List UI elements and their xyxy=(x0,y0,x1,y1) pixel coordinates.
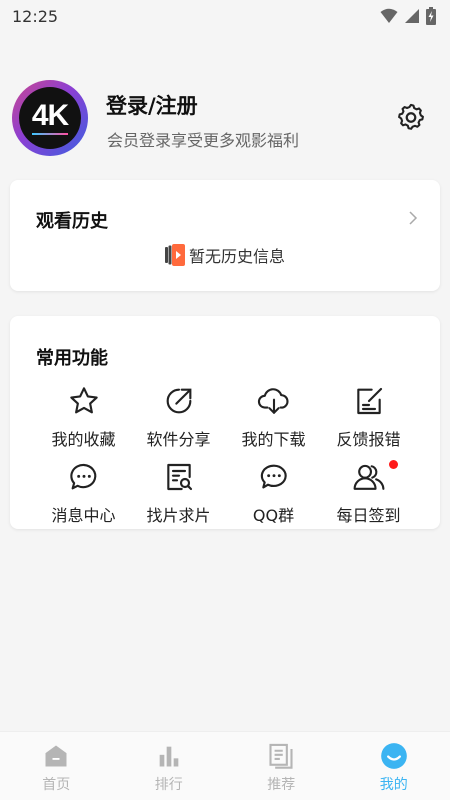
avatar-logo-text: 4K xyxy=(31,99,69,132)
status-bar: 12:25 xyxy=(0,0,450,32)
profile-header[interactable]: 4K 登录/注册 会员登录享受更多观影福利 xyxy=(0,78,450,158)
avatar-logo-bar xyxy=(32,133,68,135)
tab-home[interactable]: 首页 xyxy=(0,732,113,800)
history-card[interactable]: 观看历史 暂无历史信息 xyxy=(10,180,440,291)
smile-icon xyxy=(380,743,407,769)
message-center-label: 消息中心 xyxy=(51,506,116,525)
daily-checkin-label: 每日签到 xyxy=(336,506,401,525)
feedback-label: 反馈报错 xyxy=(336,430,401,449)
profile-subtitle: 会员登录享受更多观影福利 xyxy=(107,131,300,150)
signal-icon xyxy=(405,9,419,23)
qq-group-label: QQ群 xyxy=(252,506,295,525)
notification-dot xyxy=(389,460,398,469)
daily-checkin-button[interactable]: 每日签到 xyxy=(321,460,416,530)
cloud-download-icon xyxy=(257,388,289,414)
tab-home-label: 首页 xyxy=(42,777,71,793)
functions-title: 常用功能 xyxy=(36,348,108,369)
qq-group-button[interactable]: QQ群 xyxy=(226,460,321,530)
share-app-button[interactable]: 软件分享 xyxy=(131,384,226,460)
tab-ranking[interactable]: 排行 xyxy=(113,732,226,800)
message-icon xyxy=(69,463,96,490)
favorites-button[interactable]: 我的收藏 xyxy=(36,384,131,460)
feedback-edit-icon xyxy=(356,387,382,415)
gear-icon xyxy=(398,103,424,130)
request-movie-label: 找片求片 xyxy=(146,506,211,525)
avatar-logo: 4K xyxy=(19,87,81,149)
avatar[interactable]: 4K xyxy=(12,80,88,156)
functions-grid: 我的收藏 软件分享 我的下载 反馈报错 消息中心 找片求片 QQ群 每日签到 xyxy=(36,384,416,530)
users-icon xyxy=(353,464,384,490)
chevron-right-icon[interactable] xyxy=(408,210,418,226)
battery-icon xyxy=(426,7,436,25)
home-icon xyxy=(45,745,67,767)
functions-card: 常用功能 我的收藏 软件分享 我的下载 反馈报错 消息中心 找片求片 QQ群 每… xyxy=(10,316,440,529)
share-app-label: 软件分享 xyxy=(146,430,211,449)
search-document-icon xyxy=(166,463,192,491)
star-icon xyxy=(69,387,98,414)
chat-group-icon xyxy=(260,464,287,489)
tab-mine[interactable]: 我的 xyxy=(338,732,450,800)
settings-button[interactable] xyxy=(394,100,428,134)
login-register-title[interactable]: 登录/注册 xyxy=(106,90,198,120)
share-icon xyxy=(166,388,191,414)
tab-ranking-label: 排行 xyxy=(154,777,183,793)
tab-recommend-label: 推荐 xyxy=(267,777,296,793)
status-icons xyxy=(380,7,436,25)
wifi-icon xyxy=(380,8,398,23)
request-movie-button[interactable]: 找片求片 xyxy=(131,460,226,530)
favorites-label: 我的收藏 xyxy=(51,430,116,449)
history-title: 观看历史 xyxy=(36,211,108,232)
recommend-icon xyxy=(269,743,293,769)
downloads-button[interactable]: 我的下载 xyxy=(226,384,321,460)
feedback-button[interactable]: 反馈报错 xyxy=(321,384,416,460)
history-empty-state: 暂无历史信息 xyxy=(10,243,440,267)
downloads-label: 我的下载 xyxy=(241,430,306,449)
tab-recommend[interactable]: 推荐 xyxy=(225,732,338,800)
video-history-icon xyxy=(164,244,185,266)
message-center-button[interactable]: 消息中心 xyxy=(36,460,131,530)
bottom-tab-bar: 首页 排行 推荐 我的 xyxy=(0,731,450,800)
tab-mine-label: 我的 xyxy=(379,777,408,793)
history-empty-text: 暂无历史信息 xyxy=(188,247,285,266)
status-time: 12:25 xyxy=(12,6,59,26)
bar-chart-icon xyxy=(159,746,179,767)
